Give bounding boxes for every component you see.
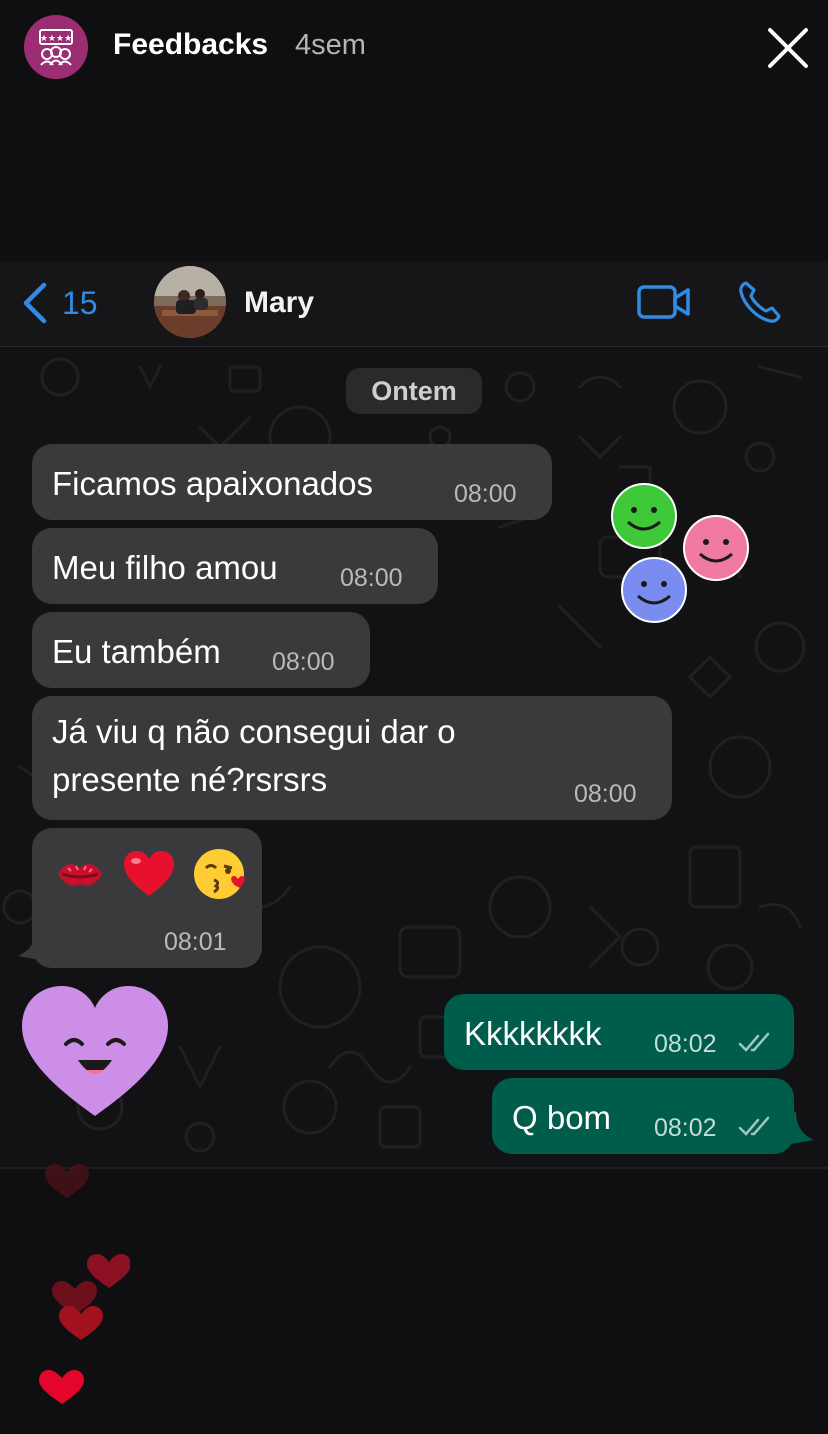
message-time: 08:00 xyxy=(272,648,335,676)
message-time: 08:00 xyxy=(574,780,637,808)
emoji-row xyxy=(54,846,250,902)
unread-count: 15 xyxy=(62,284,98,321)
message-bubble-outgoing[interactable]: Q bom 08:02 xyxy=(492,1078,794,1154)
floating-hearts xyxy=(39,1164,130,1404)
message-text: Já viu q não consegui dar o presente né?… xyxy=(52,708,456,804)
blue-smiley-sticker xyxy=(621,557,687,623)
message-text: Kkkkkkkk xyxy=(464,1015,602,1052)
message-bubble-incoming[interactable]: Já viu q não consegui dar o presente né?… xyxy=(32,696,672,820)
message-text: Q bom xyxy=(512,1099,612,1136)
contact-name[interactable]: Mary xyxy=(244,286,314,320)
bubble-tail xyxy=(780,1112,814,1146)
message-time: 08:02 xyxy=(654,1030,717,1058)
story-title[interactable]: Feedbacks xyxy=(113,28,268,62)
chat-header: 15 Mary xyxy=(0,262,828,347)
svg-text:★★★★: ★★★★ xyxy=(40,34,72,44)
message-time: 08:01 xyxy=(164,928,227,956)
heart-icon xyxy=(59,1306,103,1340)
message-time: 08:02 xyxy=(654,1114,717,1142)
message-text-line: presente né?rsrsrs xyxy=(52,761,328,798)
read-receipt-icon xyxy=(738,1116,770,1136)
message-text: Meu filho amou xyxy=(52,549,278,586)
message-text: Ficamos apaixonados xyxy=(52,465,374,502)
message-text-line: Já viu q não consegui dar o xyxy=(52,713,456,750)
avatar[interactable] xyxy=(154,266,226,338)
back-button[interactable]: 15 xyxy=(22,278,98,328)
face-blowing-kiss-emoji xyxy=(194,849,245,899)
message-bubble-outgoing[interactable]: Kkkkkkkk 08:02 xyxy=(444,994,794,1070)
video-call-icon[interactable] xyxy=(636,280,692,324)
bubble-tail xyxy=(18,928,52,962)
date-separator: Ontem xyxy=(346,368,482,414)
avatar-photo xyxy=(154,266,226,338)
heart-icon xyxy=(39,1370,84,1404)
heart-icon xyxy=(45,1164,89,1198)
feedback-icon: ★★★★ xyxy=(39,29,73,66)
read-receipt-icon xyxy=(738,1032,770,1052)
heart-icon xyxy=(87,1254,130,1288)
message-bubble-incoming[interactable]: Ficamos apaixonados 08:00 xyxy=(32,444,552,520)
close-icon[interactable] xyxy=(764,24,812,72)
message-bubble-incoming[interactable]: Meu filho amou 08:00 xyxy=(32,528,438,604)
purple-heart-face-sticker xyxy=(22,986,168,1116)
message-time: 08:00 xyxy=(340,564,403,592)
smiley-stickers xyxy=(611,483,749,623)
red-heart-emoji xyxy=(124,851,174,896)
message-time: 08:00 xyxy=(454,480,517,508)
pink-smiley-sticker xyxy=(683,515,749,581)
chevron-left-icon xyxy=(23,282,47,324)
message-text: Eu também xyxy=(52,633,221,670)
phone-call-icon[interactable] xyxy=(736,278,784,326)
kiss-mark-emoji xyxy=(58,864,102,886)
story-age: 4sem xyxy=(295,29,366,61)
story-header: ★★★★ Feedbacks 4sem xyxy=(0,0,828,96)
green-smiley-sticker xyxy=(611,483,677,549)
story-avatar[interactable]: ★★★★ xyxy=(24,15,88,79)
message-bubble-incoming[interactable]: Eu também 08:00 xyxy=(32,612,370,688)
